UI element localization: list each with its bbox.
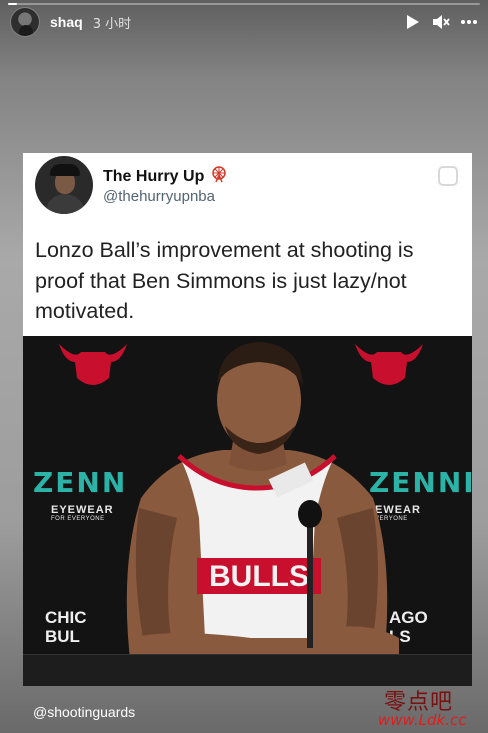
watermark-url: www.Ldk.cc (378, 711, 467, 729)
play-icon[interactable] (404, 13, 422, 31)
username[interactable]: shaq (50, 14, 83, 30)
jersey-text: BULLS (209, 560, 309, 593)
tweet-author: The Hurry Up (103, 165, 228, 188)
chicago-text-left: CHIC BUL (45, 608, 87, 646)
player-figure: BULLS (126, 342, 399, 668)
tweet-avatar (35, 156, 93, 214)
mention-tag[interactable]: @shootinguards (33, 704, 135, 720)
story-header: shaq 3 小时 (0, 6, 488, 38)
press-conference-photo: ZENN ZENNI EYEWEAR FOR EVERYONE EWEAR VE… (23, 336, 472, 686)
eyewear-text-left: EYEWEAR FOR EVERYONE (51, 504, 114, 522)
mute-icon[interactable] (432, 13, 450, 31)
tweet-text: Lonzo Ball’s improvement at shooting is … (35, 238, 414, 323)
copy-icon (438, 166, 458, 186)
more-icon[interactable] (460, 13, 478, 31)
tweet-card: The Hurry Up @thehurryupnba Lonzo Ball’s… (23, 153, 472, 336)
header-actions (404, 13, 478, 31)
story-progress-bar (8, 3, 480, 5)
tweet-handle: @thehurryupnba (103, 188, 215, 205)
story-progress-fill (8, 3, 18, 5)
avatar[interactable] (10, 7, 40, 37)
tweet-author-name: The Hurry Up (103, 167, 205, 185)
press-table (23, 654, 472, 686)
post-time: 3 小时 (92, 16, 132, 32)
ferris-wheel-icon (210, 165, 228, 188)
